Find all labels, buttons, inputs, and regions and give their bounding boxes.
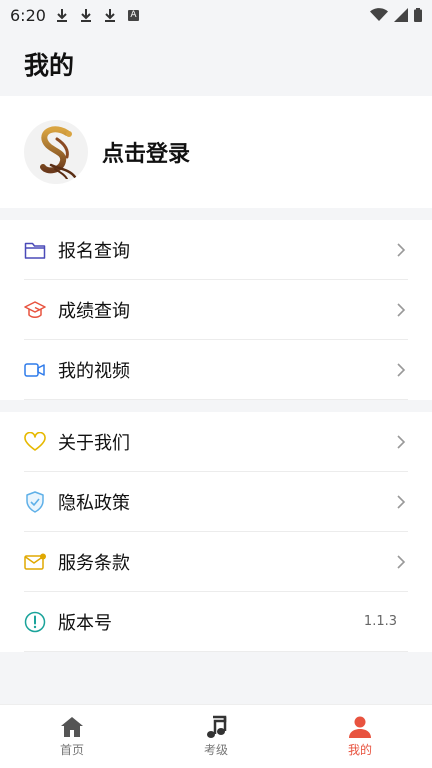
status-indicators bbox=[370, 8, 422, 22]
profile-card[interactable]: 点击登录 bbox=[0, 96, 432, 208]
menu-item-label: 关于我们 bbox=[58, 432, 130, 454]
tab-home[interactable]: 首页 bbox=[0, 705, 144, 768]
chevron-right-icon bbox=[397, 554, 406, 569]
tab-label: 首页 bbox=[59, 743, 84, 757]
chevron-right-icon bbox=[397, 494, 406, 509]
avatar[interactable] bbox=[24, 120, 88, 184]
download-icon bbox=[80, 9, 91, 22]
chevron-right-icon bbox=[397, 242, 406, 257]
menu-item-registration-query[interactable]: 报名查询 bbox=[24, 220, 408, 280]
download-icon bbox=[104, 9, 115, 22]
user-icon bbox=[348, 715, 372, 739]
chevron-right-icon bbox=[397, 362, 406, 377]
page-title: 我的 bbox=[24, 51, 75, 80]
info-icon bbox=[24, 611, 46, 633]
status-bar: 6:20 A bbox=[0, 0, 432, 30]
menu-item-version: 版本号 1.1.3 bbox=[24, 592, 408, 652]
menu-item-score-query[interactable]: 成绩查询 bbox=[24, 280, 408, 340]
tab-label: 考级 bbox=[203, 743, 228, 757]
download-icon bbox=[56, 9, 67, 22]
status-notifications: A bbox=[56, 8, 139, 22]
menu-item-about-us[interactable]: 关于我们 bbox=[24, 412, 408, 472]
heart-icon bbox=[24, 431, 46, 453]
app-logo bbox=[40, 126, 77, 179]
home-icon bbox=[60, 715, 84, 739]
folder-icon bbox=[24, 239, 46, 261]
chevron-right-icon bbox=[397, 302, 406, 317]
wifi-icon bbox=[370, 8, 388, 21]
bottom-tab-bar: 首页 考级 我的 bbox=[0, 704, 432, 768]
music-note-icon bbox=[204, 715, 228, 739]
chevron-right-icon bbox=[397, 434, 406, 449]
menu-item-my-videos[interactable]: 我的视频 bbox=[24, 340, 408, 400]
page-header: 我的 bbox=[0, 30, 432, 96]
version-number: 1.1.3 bbox=[363, 614, 397, 629]
tab-grading[interactable]: 考级 bbox=[144, 705, 288, 768]
battery-icon bbox=[414, 8, 422, 22]
mail-icon bbox=[24, 551, 46, 573]
menu-group-about: 关于我们 隐私政策 服务条款 版本号 1.1.3 bbox=[0, 412, 432, 652]
signal-icon bbox=[394, 8, 408, 22]
shield-check-icon bbox=[24, 490, 46, 513]
tab-mine[interactable]: 我的 bbox=[288, 705, 432, 768]
graduation-cap-icon bbox=[24, 299, 46, 321]
menu-item-privacy-policy[interactable]: 隐私政策 bbox=[24, 472, 408, 532]
tab-label: 我的 bbox=[347, 743, 372, 757]
menu-item-terms-of-service[interactable]: 服务条款 bbox=[24, 532, 408, 592]
menu-item-label: 隐私政策 bbox=[58, 492, 130, 514]
app-notification-icon: A bbox=[127, 9, 139, 21]
menu-item-label: 我的视频 bbox=[58, 360, 130, 382]
menu-item-label: 版本号 bbox=[58, 612, 112, 634]
video-icon bbox=[24, 359, 46, 381]
menu-item-label: 成绩查询 bbox=[58, 300, 130, 322]
menu-group-services: 报名查询 成绩查询 我的视频 bbox=[0, 220, 432, 400]
menu-item-label: 报名查询 bbox=[58, 240, 130, 262]
login-link[interactable]: 点击登录 bbox=[102, 136, 190, 168]
status-time: 6:20 bbox=[10, 5, 46, 25]
menu-item-label: 服务条款 bbox=[58, 552, 130, 574]
